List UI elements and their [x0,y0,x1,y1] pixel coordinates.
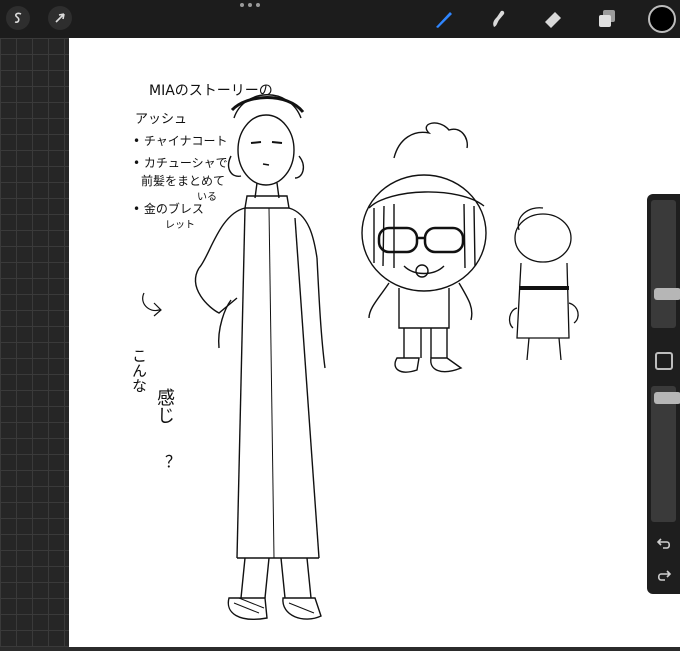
opacity-thumb[interactable] [654,392,680,404]
color-swatch[interactable] [648,5,676,33]
smudge-tool[interactable] [484,5,512,33]
note-item-katyusha-2: 前髪をまとめて [141,174,226,188]
back-view-character-sketch [508,207,579,361]
right-sidebar [647,194,680,594]
layers-icon [599,10,615,27]
gallery-icon [14,12,22,23]
selection-icon [55,13,65,23]
brush-tool[interactable] [430,5,458,33]
note-item-bracelet: • 金のブレス [133,202,204,216]
brush-size-slider[interactable] [651,200,680,328]
note-side-3: ？ [165,452,182,471]
selection-button[interactable] [48,6,72,30]
note-side-1: こんな [130,348,148,393]
note-side-2: 感じ [154,388,175,424]
note-item-bracelet-2: レット [165,220,195,231]
undo-icon [656,538,671,549]
redo-button[interactable] [655,566,673,584]
gallery-button[interactable] [6,6,30,30]
drawing-canvas[interactable]: MIAのストーリーの アッシュ • チャイナコート • カチューシャで 前髪をま… [69,38,680,647]
arrow-mark [142,292,162,317]
top-toolbar [0,0,680,38]
more-options-dots[interactable] [240,3,260,7]
brush-icon [436,12,452,28]
undo-button[interactable] [655,534,673,552]
modify-button[interactable] [655,352,673,370]
opacity-slider[interactable] [651,386,680,522]
eraser-tool[interactable] [539,5,567,33]
note-item-coat: • チャイナコート [133,134,228,148]
layers-tool[interactable] [593,5,621,33]
chibi-character-sketch [361,122,487,373]
brush-size-thumb[interactable] [654,288,680,300]
sketch-artwork [142,94,579,620]
note-item-katyusha: • カチューシャで [133,156,228,170]
smudge-icon [493,10,505,28]
note-title: MIAのストーリーの [149,83,273,99]
eraser-icon [545,12,561,28]
note-name: アッシュ [135,112,188,127]
redo-icon [657,570,672,581]
